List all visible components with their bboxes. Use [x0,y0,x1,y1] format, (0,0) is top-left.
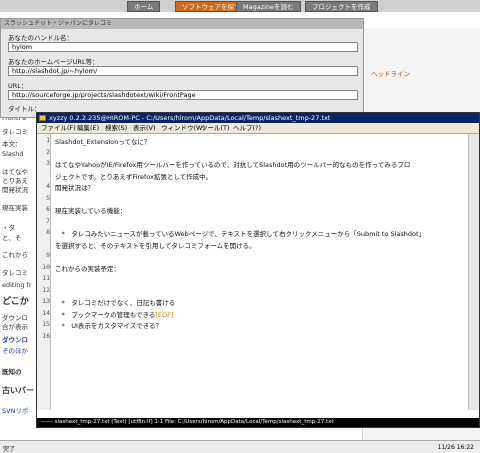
fragment-text: 現在実装 [2,204,28,212]
fragment-text: タレコミ [2,128,28,136]
line-number: 10 [42,262,50,271]
line-number: 4 [46,182,50,190]
fragment-text: Slashd [2,150,24,158]
menu-search[interactable]: 検索(S) [105,124,127,133]
line-number: 5 [46,193,50,202]
line-number: 7 [46,216,50,225]
fragment-text: editing fr [2,281,32,289]
fragment-text: 開発状況 [2,186,28,194]
editor-menubar: ファイル(F) 編集(E) 検索(S) 表示(V) ウィンドウ(W) ツール(T… [37,123,479,134]
line-text: 現在実装している機能： [55,207,127,215]
editor-title: xyzzy 0.2.2.235@HIROM-PC - C:/Users/hiro… [49,114,331,122]
slashdot-submit-panel: スラッシュドット・ジャパンにタレコミ あなたのハンドル名： hylom あなたの… [0,18,364,118]
fragment-link[interactable]: SVNリポ [2,405,28,415]
editor-line[interactable]: * タレコみたいニュースが載っているWebページで、テキストを選択して右クリック… [55,228,467,238]
line-number: 14 [42,308,50,317]
editor-line[interactable]: はてなやYahooがIE/Firefox用ツールバーを作っているので、対抗してS… [55,159,467,169]
fragment-text: タレコミ [2,269,28,277]
line-text: * UI表示をカスタマイズできる？ [55,322,163,330]
line-number: 2 [46,147,50,156]
editor-modeline: ------ slashext_tmp-27.txt (Text) [utf8n… [37,418,479,427]
fragment-heading: 古いバー [2,386,34,395]
nav-tab-home[interactable]: ホーム [127,1,161,12]
line-text: はてなやYahooがIE/Firefox用ツールバーを作っているので、対抗してS… [55,161,411,169]
line-number: 15 [42,320,50,328]
line-number: 16 [42,331,50,340]
fragment-text: と、そ [2,234,22,242]
editor-line[interactable]: これからの実装予定： [55,263,467,273]
url-input[interactable]: http://sourceforge.jp/projects/slashdote… [8,90,358,100]
line-text: * ブックマークの管理もできる [55,310,156,319]
fragment-text: 本文： [2,140,22,148]
fragment-link[interactable]: そのほか [2,345,28,355]
line-number: 9 [46,251,50,259]
line-text: * タレコミだけでなく、日記も書ける [55,299,176,307]
menu-file[interactable]: ファイル(F) [41,124,76,133]
line-number: 12 [42,285,50,294]
menu-edit[interactable]: 編集(E) [77,124,99,133]
panel-title: スラッシュドット・ジャパンにタレコミ [1,19,363,29]
editor-window: xyzzy 0.2.2.235@HIROM-PC - C:/Users/hiro… [36,112,480,428]
eof-marker: [EOF] [155,310,174,319]
fragment-text: 合が表示 [2,323,28,331]
editor-text-area[interactable]: 1 2 3 4 5 6 7 8 9 10 11 12 13 14 15 16 Slashdot_Extensi… [37,134,469,410]
menu-tools[interactable]: ツール(T) [201,124,230,133]
line-number: 1 [46,136,50,144]
status-clock: 11/26 16:22 [437,444,475,451]
line-number: 11 [42,274,50,282]
editor-line[interactable]: * タレコミだけでなく、日記も書ける [55,297,467,307]
editor-scrollbar[interactable] [468,134,479,410]
page-fragment-column: FrontPa タレコミ 本文： Slashd はてなや とりあえ 開発状況 現… [0,112,38,432]
menu-window[interactable]: ウィンドウ(W) [161,124,205,133]
fragment-heading: どこか [2,297,29,307]
homepage-label: あなたのホームページURL等： [8,58,99,66]
homepage-input[interactable]: http://slashdot.jp/~hylom/ [8,66,358,76]
line-number: 6 [46,205,50,213]
fragment-text: これから [2,251,28,259]
line-text: ジェクトです。とりあえずFirefox拡張として作成中。 [55,172,213,181]
fragment-text: ・タ [2,224,15,232]
editor-line[interactable]: 現在実装している機能： [55,205,467,215]
nav-tab-magazine[interactable]: Magazineを読む [236,1,301,12]
fragment-heading: 既知の [2,368,22,376]
editor-line[interactable]: * UI表示をカスタマイズできる？ [55,320,467,330]
status-text: 完了 [3,446,16,453]
editor-line[interactable]: * ブックマークの管理もできる[EOF] [55,309,467,319]
line-number: 8 [46,228,50,236]
line-text: Slashdot_Extensionってなに？ [55,138,151,146]
line-number: 13 [42,297,50,305]
app-icon [39,115,46,121]
line-number-gutter: 1 2 3 4 5 6 7 8 9 10 11 12 13 14 15 16 [37,134,51,410]
editor-line[interactable]: を選択すると、そのテキストを引用してタレコミフォームを開ける。 [55,240,467,250]
fragment-link[interactable]: ダウンロ [2,334,28,344]
nav-tab-create-project[interactable]: プロジェクトを作成 [305,1,378,12]
url-label: URL： [8,82,28,90]
line-text: 開発状況は？ [55,184,94,192]
line-text: これからの実装予定： [55,264,120,273]
handle-label: あなたのハンドル名： [8,34,73,42]
headline-heading: ヘッドライン [371,70,410,78]
editor-line[interactable]: ジェクトです。とりあえずFirefox拡張として作成中。 [55,171,467,181]
line-number: 3 [46,159,50,167]
browser-statusbar: 完了 11/26 16:22 [0,440,480,453]
line-text: * タレコみたいニュースが載っているWebページで、テキストを選択して右クリック… [55,230,426,238]
editor-line[interactable]: 開発状況は？ [55,182,467,192]
handle-input[interactable]: hylom [8,42,358,52]
editor-titlebar[interactable]: xyzzy 0.2.2.235@HIROM-PC - C:/Users/hiro… [37,113,479,123]
menu-help[interactable]: ヘルプ(?) [233,124,261,133]
menu-view[interactable]: 表示(V) [133,124,156,133]
editor-line[interactable]: Slashdot_Extensionってなに？ [55,136,467,146]
line-text: を選択すると、そのテキストを引用してタレコミフォームを開ける。 [55,241,256,250]
